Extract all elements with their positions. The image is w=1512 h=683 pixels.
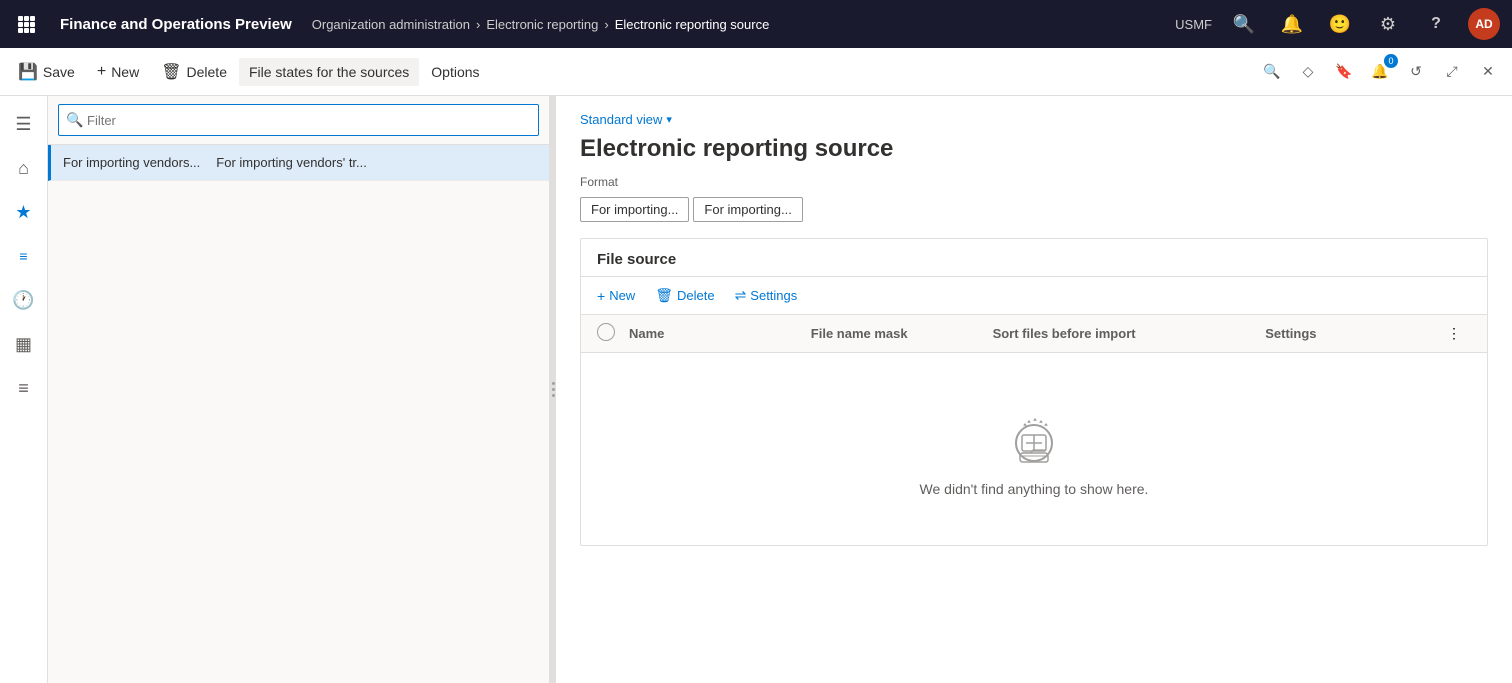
empty-state-text: We didn't find anything to show here. [920, 481, 1149, 497]
feedback-icon[interactable]: 🙂 [1324, 8, 1356, 40]
th-settings: Settings [1265, 326, 1447, 341]
list-item-row: For importing vendors... For importing v… [63, 155, 367, 170]
options-button[interactable]: Options [421, 58, 489, 86]
new-label: New [111, 64, 139, 80]
th-mask: File name mask [811, 326, 993, 341]
list-item[interactable]: For importing vendors... For importing v… [48, 145, 549, 181]
sidebar-icons: ☰ ⌂ ★ ≡ 🕐 ▦ ≡ [0, 96, 48, 683]
list-filter-area: 🔍 [48, 96, 549, 145]
fs-new-label: New [609, 288, 635, 303]
format-tags: For importing... For importing... [580, 197, 1488, 222]
save-label: Save [43, 64, 75, 80]
standard-view[interactable]: Standard view ▾ [580, 112, 1488, 127]
file-states-button[interactable]: File states for the sources [239, 58, 419, 86]
action-search-icon[interactable]: 🔍 [1256, 56, 1288, 88]
resize-dot-1 [552, 382, 555, 385]
list-item-col1: For importing vendors... [63, 155, 200, 170]
sidebar-menu-toggle[interactable]: ☰ [4, 104, 44, 144]
sidebar-all-modules[interactable]: ≡ [4, 368, 44, 408]
th-more[interactable]: ⋮ [1447, 325, 1471, 342]
sidebar-recent[interactable]: 🕐 [4, 280, 44, 320]
options-label: Options [431, 64, 479, 80]
file-source-header: File source [581, 239, 1487, 277]
fs-settings-button[interactable]: ⇌ Settings [727, 283, 806, 308]
breadcrumb-sep-2: › [604, 17, 608, 32]
fs-delete-icon: 🗑 [655, 287, 673, 304]
format-label: Format [580, 175, 1488, 189]
resize-dot-2 [552, 388, 555, 391]
file-source-toolbar: + New 🗑 Delete ⇌ Settings [581, 277, 1487, 315]
breadcrumb-org[interactable]: Organization administration [312, 17, 470, 32]
table-header: Name File name mask Sort files before im… [581, 315, 1487, 353]
list-panel: 🔍 For importing vendors... For importing… [48, 96, 550, 683]
avatar[interactable]: AD [1468, 8, 1500, 40]
company-label[interactable]: USMF [1175, 17, 1212, 32]
sidebar-favorites[interactable]: ★ [4, 192, 44, 232]
top-bar-right: USMF 🔍 🔔 🙂 ⚙ ? AD [1175, 8, 1500, 40]
settings-icon[interactable]: ⚙ [1372, 8, 1404, 40]
bookmark-icon[interactable]: 🔖 [1328, 56, 1360, 88]
breadcrumb: Organization administration › Electronic… [312, 17, 1167, 32]
resize-handle[interactable] [550, 96, 556, 683]
fs-settings-label: Settings [750, 288, 797, 303]
filter-input[interactable] [58, 104, 539, 136]
save-icon: 💾 [18, 62, 38, 82]
fs-delete-label: Delete [677, 288, 715, 303]
refresh-icon[interactable]: ↺ [1400, 56, 1432, 88]
fs-new-button[interactable]: + New [589, 284, 643, 308]
chevron-down-icon: ▾ [666, 113, 672, 126]
fs-settings-icon: ⇌ [735, 287, 747, 304]
empty-state: We didn't find anything to show here. [581, 353, 1487, 545]
list-item-col2: For importing vendors' tr... [216, 155, 367, 170]
detail-title: Electronic reporting source [580, 135, 1488, 163]
fullscreen-icon[interactable]: ⤢ [1436, 56, 1468, 88]
action-bar: 💾 Save + New 🗑 Delete File states for th… [0, 48, 1512, 96]
save-button[interactable]: 💾 Save [8, 56, 85, 88]
list-items: For importing vendors... For importing v… [48, 145, 549, 683]
action-bar-right: 🔍 ◇ 🔖 🔔 0 ↺ ⤢ ✕ [1256, 56, 1504, 88]
main-layout: ☰ ⌂ ★ ≡ 🕐 ▦ ≡ 🔍 For importing vendors...… [0, 96, 1512, 683]
detail-header: Standard view ▾ Electronic reporting sou… [556, 96, 1512, 175]
file-states-label: File states for the sources [249, 64, 409, 80]
search-icon[interactable]: 🔍 [1228, 8, 1260, 40]
detail-panel: Standard view ▾ Electronic reporting sou… [556, 96, 1512, 683]
resize-dots [552, 382, 555, 397]
fs-new-icon: + [597, 288, 605, 304]
breadcrumb-er[interactable]: Electronic reporting [486, 17, 598, 32]
breadcrumb-sep-1: › [476, 17, 480, 32]
format-tag-1[interactable]: For importing... [580, 197, 689, 222]
personalise-icon[interactable]: ◇ [1292, 56, 1324, 88]
standard-view-label: Standard view [580, 112, 662, 127]
delete-button[interactable]: 🗑 Delete [151, 56, 237, 88]
new-icon: + [97, 63, 106, 81]
format-tag-2[interactable]: For importing... [693, 197, 802, 222]
delete-label: Delete [187, 64, 227, 80]
th-name: Name [629, 326, 811, 341]
new-button[interactable]: + New [87, 57, 149, 87]
sidebar-workspaces[interactable]: ▦ [4, 324, 44, 364]
th-sort: Sort files before import [993, 326, 1266, 341]
bell-icon[interactable]: 🔔 [1276, 8, 1308, 40]
close-icon[interactable]: ✕ [1472, 56, 1504, 88]
notification-icon[interactable]: 🔔 0 [1364, 56, 1396, 88]
select-all-circle [597, 323, 615, 341]
filter-input-wrapper: 🔍 [58, 104, 539, 136]
table-select-all[interactable] [597, 323, 629, 344]
help-icon[interactable]: ? [1420, 8, 1452, 40]
apps-grid-icon[interactable] [12, 10, 40, 38]
delete-icon: 🗑 [161, 62, 181, 82]
sidebar-home[interactable]: ⌂ [4, 148, 44, 188]
fs-delete-button[interactable]: 🗑 Delete [647, 283, 722, 308]
format-section: Format For importing... For importing... [556, 175, 1512, 238]
notification-badge: 0 [1384, 54, 1398, 68]
file-source-title: File source [597, 251, 1471, 268]
file-source-section: File source + New 🗑 Delete ⇌ Settings [580, 238, 1488, 546]
sidebar-list[interactable]: ≡ [4, 236, 44, 276]
empty-state-icon [1002, 401, 1066, 465]
resize-dot-3 [552, 394, 555, 397]
app-title: Finance and Operations Preview [48, 16, 304, 33]
breadcrumb-current: Electronic reporting source [615, 17, 770, 32]
top-nav-bar: Finance and Operations Preview Organizat… [0, 0, 1512, 48]
